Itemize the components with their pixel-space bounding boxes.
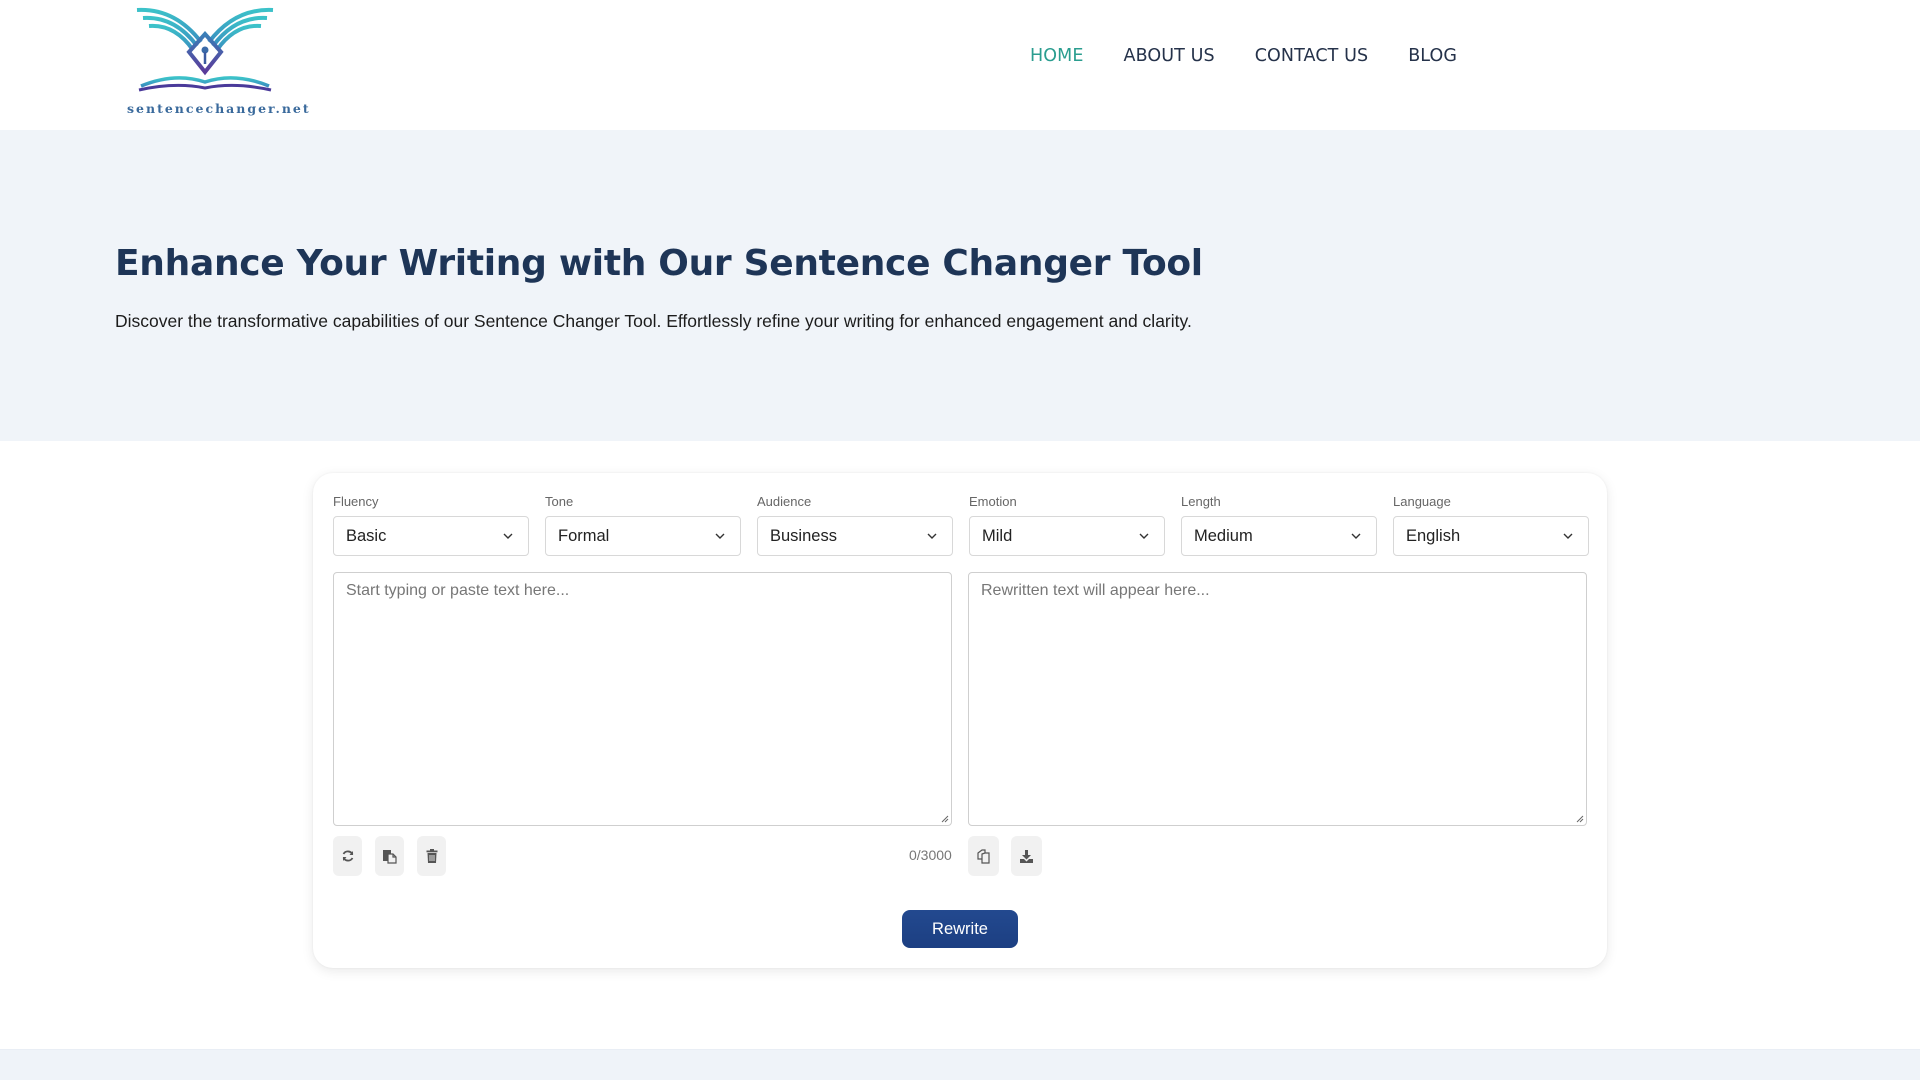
chevron-down-icon (1139, 533, 1149, 539)
input-placeholder: Start typing or paste text here... (346, 582, 570, 599)
site-header: sentencechanger.net HOME ABOUT US CONTAC… (0, 0, 1920, 130)
tone-group: Tone Formal (545, 494, 741, 556)
fluency-group: Fluency Basic (333, 494, 529, 556)
audience-select[interactable]: Business (757, 516, 953, 556)
copy-icon (977, 848, 990, 864)
clear-button[interactable] (417, 836, 446, 876)
chevron-down-icon (715, 533, 725, 539)
nav-contact-us[interactable]: CONTACT US (1255, 46, 1368, 66)
chevron-down-icon (1563, 533, 1573, 539)
language-group: Language English (1393, 494, 1589, 556)
nav-about-us[interactable]: ABOUT US (1124, 46, 1215, 66)
refresh-button[interactable] (333, 836, 362, 876)
logo-text: sentencechanger.net (127, 101, 311, 116)
length-select[interactable]: Medium (1181, 516, 1377, 556)
length-value: Medium (1194, 526, 1253, 545)
emotion-select[interactable]: Mild (969, 516, 1165, 556)
resize-handle-icon[interactable] (1575, 814, 1584, 823)
paste-button[interactable] (375, 836, 404, 876)
chevron-down-icon (927, 533, 937, 539)
resize-handle-icon[interactable] (940, 814, 949, 823)
fluency-select[interactable]: Basic (333, 516, 529, 556)
chevron-down-icon (1351, 533, 1361, 539)
paste-icon (383, 849, 397, 864)
logo-emblem-icon (136, 7, 274, 92)
audience-group: Audience Business (757, 494, 953, 556)
sentence-changer-tool: Fluency Basic Tone Formal Audience Busin… (313, 473, 1607, 968)
length-group: Length Medium (1181, 494, 1377, 556)
input-textarea[interactable]: Start typing or paste text here... (333, 572, 952, 826)
chevron-down-icon (503, 533, 513, 539)
footer-band (0, 1049, 1920, 1080)
page-title: Enhance Your Writing with Our Sentence C… (115, 243, 1203, 284)
page-subtitle: Discover the transformative capabilities… (115, 311, 1192, 331)
tone-value: Formal (558, 526, 610, 545)
nav-blog[interactable]: BLOG (1408, 46, 1457, 66)
copy-button[interactable] (968, 836, 999, 876)
output-textarea[interactable]: Rewritten text will appear here... (968, 572, 1587, 826)
language-value: English (1406, 526, 1461, 545)
audience-label: Audience (757, 494, 812, 509)
download-button[interactable] (1011, 836, 1042, 876)
fluency-value: Basic (346, 526, 387, 545)
refresh-icon (342, 850, 353, 862)
nav-home[interactable]: HOME (1030, 46, 1084, 66)
main-nav: HOME ABOUT US CONTACT US BLOG (1030, 46, 1497, 66)
emotion-value: Mild (982, 526, 1013, 545)
output-placeholder: Rewritten text will appear here... (981, 582, 1210, 599)
tone-label: Tone (545, 494, 574, 509)
fluency-label: Fluency (333, 494, 379, 509)
hero-section: Enhance Your Writing with Our Sentence C… (0, 130, 1920, 441)
audience-value: Business (770, 526, 837, 545)
emotion-group: Emotion Mild (969, 494, 1165, 556)
language-select[interactable]: English (1393, 516, 1589, 556)
options-row: Fluency Basic Tone Formal Audience Busin… (333, 494, 1589, 556)
language-label: Language (1393, 494, 1451, 509)
character-counter: 0/3000 (909, 847, 952, 863)
length-label: Length (1181, 494, 1221, 509)
download-icon (1020, 849, 1033, 863)
site-logo[interactable]: sentencechanger.net (125, 4, 311, 119)
tone-select[interactable]: Formal (545, 516, 741, 556)
rewrite-button[interactable]: Rewrite (902, 910, 1018, 948)
emotion-label: Emotion (969, 494, 1017, 509)
trash-icon (426, 849, 437, 863)
